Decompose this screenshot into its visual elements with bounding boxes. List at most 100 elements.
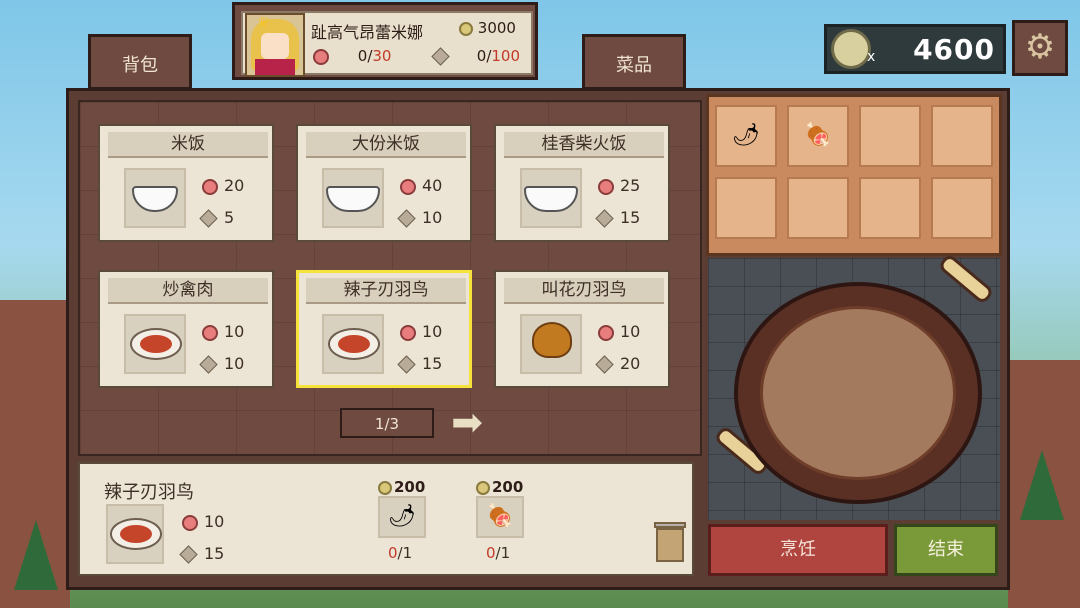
ingredient-shelf: 🌶 🍖 [706, 94, 1002, 256]
customer-diamond: 0/100 [431, 47, 521, 66]
big-coin-icon [831, 29, 871, 69]
meat-icon: 🍖 [804, 123, 832, 148]
detail-price: 15 [176, 544, 224, 564]
money-display: x 4600 [824, 24, 1006, 74]
spicy-bird-icon [322, 314, 384, 374]
cooking-pot[interactable] [734, 282, 982, 504]
smile-icon [598, 324, 614, 341]
dish-price: 20 [592, 354, 640, 374]
dish-satisfaction: 10 [394, 322, 442, 341]
pantry-slot[interactable] [859, 177, 921, 239]
tab-dishes[interactable]: 菜品 [582, 34, 686, 90]
dish-satisfaction: 40 [394, 176, 442, 195]
pantry-slot[interactable]: 🌶 [715, 105, 777, 167]
dish-name: 叫花刃羽鸟 [504, 278, 664, 304]
diamond-max: 100 [491, 47, 521, 65]
customer-coins: 3000 [459, 19, 516, 37]
pantry-slot[interactable] [931, 177, 993, 239]
stir-fried-meat-icon [124, 314, 186, 374]
dish-detail-panel: 辣子刃羽鸟 10 15 200 🌶 0/1 200 🍖 0/1 [78, 462, 694, 576]
customer-satisfaction: 0/30 [313, 47, 391, 65]
page-indicator: 1/3 [340, 408, 434, 438]
dish-card[interactable]: 叫花刃羽鸟 10 20 [494, 270, 670, 388]
diamond-icon [431, 47, 450, 66]
settings-gear-icon[interactable]: ⚙ [1012, 20, 1068, 76]
dish-name: 桂香柴火饭 [504, 132, 664, 158]
ingredient-cost: 200 [474, 478, 523, 496]
ingredient-count: 0/1 [388, 544, 413, 562]
dish-price: 5 [196, 208, 234, 228]
customer-coins-value: 3000 [477, 19, 516, 37]
smile-icon [400, 178, 416, 195]
dish-satisfaction: 20 [196, 176, 244, 195]
dish-card-selected[interactable]: 辣子刃羽鸟 10 15 [296, 270, 472, 388]
coin-icon [476, 480, 490, 495]
rice-bowl-icon [124, 168, 186, 228]
dish-price: 15 [592, 208, 640, 228]
pantry-slot[interactable]: 🍖 [787, 105, 849, 167]
large-rice-bowl-icon [322, 168, 384, 228]
tree [14, 520, 58, 590]
smile-icon [182, 514, 198, 531]
dish-card[interactable]: 炒禽肉 10 10 [98, 270, 274, 388]
dish-name: 辣子刃羽鸟 [306, 278, 466, 304]
pantry-slot[interactable] [715, 177, 777, 239]
tab-bag-label: 背包 [122, 55, 158, 76]
tab-bag[interactable]: 背包 [88, 34, 192, 90]
smile-icon [598, 178, 614, 195]
pantry-slot[interactable] [859, 105, 921, 167]
smile-icon [313, 48, 329, 65]
satisfaction-max: 30 [372, 47, 392, 65]
dish-card[interactable]: 桂香柴火饭 25 15 [494, 124, 670, 242]
diamond-icon [179, 545, 198, 564]
tab-dishes-label: 菜品 [616, 55, 652, 76]
money-multiplier: x [867, 49, 876, 65]
customer-plate: ♛ 趾高气昂蕾米娜 3000 0/30 0/100 [232, 2, 538, 80]
ingredient-meat[interactable]: 200 🍖 0/1 [470, 464, 532, 562]
satisfaction-current: 0 [357, 47, 368, 65]
next-page-arrow-icon[interactable]: ➡ [440, 402, 494, 444]
dish-name: 炒禽肉 [108, 278, 268, 304]
customer-avatar [245, 13, 305, 77]
osmanthus-rice-icon [520, 168, 582, 228]
crown-icon: ♛ [257, 15, 270, 31]
dish-card[interactable]: 大份米饭 40 10 [296, 124, 472, 242]
pantry-slot[interactable] [931, 105, 993, 167]
smile-icon [202, 324, 218, 341]
cook-button[interactable]: 烹饪 [708, 524, 888, 576]
dish-satisfaction: 10 [196, 322, 244, 341]
ingredient-cost: 200 [376, 478, 425, 496]
trash-can-icon[interactable] [654, 522, 686, 562]
roast-chicken-icon [520, 314, 582, 374]
smile-icon [400, 324, 416, 341]
chili-pepper-icon: 🌶 [732, 123, 760, 148]
detail-dish-name: 辣子刃羽鸟 [104, 482, 194, 503]
chili-pepper-icon: 🌶 [378, 496, 426, 538]
ingredient-chili[interactable]: 200 🌶 0/1 [372, 464, 434, 562]
money-value: 4600 [913, 33, 995, 66]
diamond-icon [199, 355, 218, 374]
customer-name: 趾高气昂蕾米娜 [311, 23, 424, 42]
diamond-icon [397, 355, 416, 374]
diamond-current: 0 [476, 47, 487, 65]
spicy-bird-icon [106, 504, 164, 564]
dish-satisfaction: 10 [592, 322, 640, 341]
dish-satisfaction: 25 [592, 176, 640, 195]
detail-satisfaction: 10 [176, 512, 224, 531]
dish-name: 大份米饭 [306, 132, 466, 158]
diamond-icon [595, 355, 614, 374]
ingredient-count: 0/1 [486, 544, 511, 562]
coin-icon [378, 480, 392, 495]
diamond-icon [199, 209, 218, 228]
diamond-icon [595, 209, 614, 228]
tree [1020, 450, 1064, 520]
dish-price: 10 [394, 208, 442, 228]
smile-icon [202, 178, 218, 195]
dish-price: 10 [196, 354, 244, 374]
end-button[interactable]: 结束 [894, 524, 998, 576]
coin-icon [459, 21, 473, 36]
dish-card[interactable]: 米饭 20 5 [98, 124, 274, 242]
diamond-icon [397, 209, 416, 228]
pantry-slot[interactable] [787, 177, 849, 239]
dish-name: 米饭 [108, 132, 268, 158]
